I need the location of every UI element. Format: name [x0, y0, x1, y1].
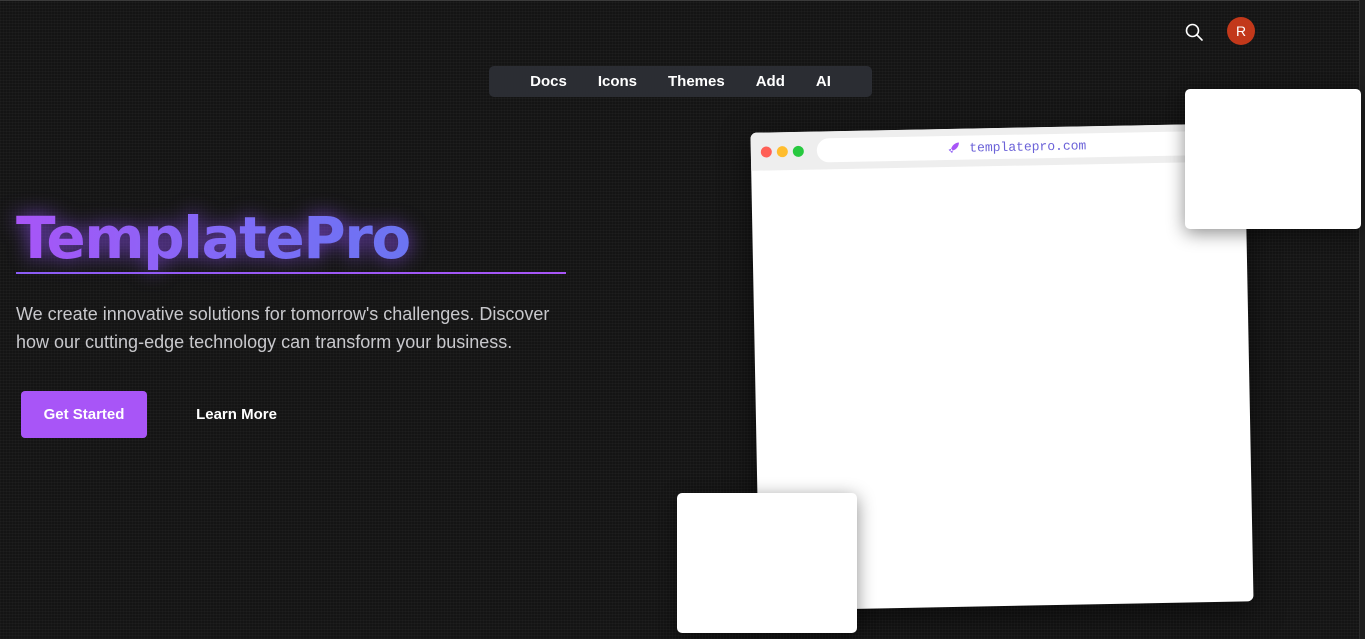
- window-top-border: [0, 0, 1365, 1]
- nav-item-themes[interactable]: Themes: [653, 73, 741, 90]
- hero-title: TemplatePro: [16, 204, 411, 272]
- url-bar: templatepro.com: [816, 130, 1217, 163]
- nav-item-docs[interactable]: Docs: [515, 73, 583, 90]
- minimize-dot: [776, 145, 788, 157]
- search-icon: [1185, 23, 1203, 41]
- browser-toolbar: templatepro.com: [750, 123, 1246, 171]
- hero-title-underline: [16, 272, 566, 274]
- search-button[interactable]: [1182, 20, 1206, 44]
- url-text: templatepro.com: [969, 137, 1087, 156]
- close-dot: [760, 145, 772, 158]
- learn-more-button[interactable]: Learn More: [180, 391, 293, 438]
- maximize-dot: [792, 145, 804, 157]
- get-started-button[interactable]: Get Started: [21, 391, 147, 438]
- floating-card-bottom: [677, 493, 857, 633]
- nav-item-add[interactable]: Add: [740, 73, 800, 90]
- hero-description: We create innovative solutions for tomor…: [16, 304, 550, 352]
- nav-item-icons[interactable]: Icons: [582, 73, 652, 90]
- main-nav: Docs Icons Themes Add AI: [489, 66, 872, 97]
- nav-item-ai[interactable]: AI: [800, 73, 846, 90]
- floating-card-top: [1185, 89, 1361, 229]
- rocket-icon: [949, 142, 960, 154]
- user-avatar[interactable]: R: [1227, 17, 1255, 45]
